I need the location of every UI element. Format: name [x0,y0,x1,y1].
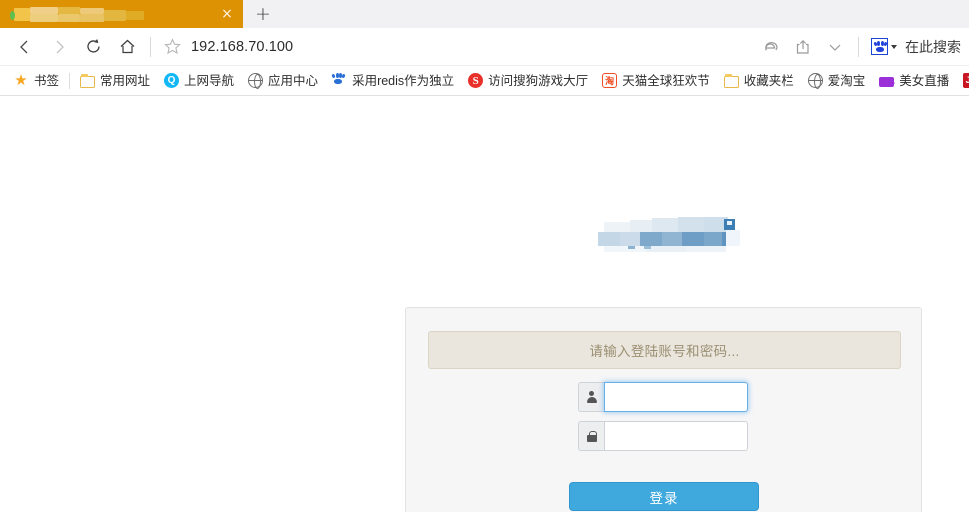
bookmark-label: 应用中心 [268,73,319,88]
login-submit-button[interactable]: 登录 [569,482,759,511]
password-field-row [578,421,748,451]
bookmark-label: 常用网址 [100,73,151,88]
bookmark-item[interactable]: S 访问搜狗游戏大厅 [461,71,595,91]
bookmark-item[interactable]: 常用网址 [73,71,157,91]
folder-icon [723,73,739,88]
login-panel: 请输入登陆账号和密码... 登录 [405,307,922,512]
ie-browser-icon[interactable] [756,32,786,62]
jd-icon: JD [963,73,969,88]
forward-icon [42,32,76,62]
login-notice-banner: 请输入登陆账号和密码... [428,331,901,369]
bookmark-item[interactable]: ★ 书签 [6,71,66,91]
password-input[interactable] [604,421,748,451]
tab-close-icon[interactable]: × [217,4,237,24]
tab-title-redacted [10,6,217,22]
bookmark-label: 上网导航 [184,73,235,88]
video-camera-icon [879,77,896,87]
bookmark-label: 收藏夹栏 [743,73,794,88]
username-input[interactable] [604,382,748,412]
tab-strip: × + [0,0,969,28]
browser-toolbar: 192.168.70.100 在此搜索 [0,28,969,66]
bookmark-divider [69,72,71,89]
toolbar-divider [150,36,151,57]
bookmark-label: 书签 [34,73,60,88]
lock-icon [578,421,604,451]
browser-tab-active[interactable]: × [0,0,243,28]
toolbar-right-actions: 在此搜索 [756,32,961,62]
search-engine-selector[interactable]: 在此搜索 [871,37,961,57]
search-box-label[interactable]: 在此搜索 [905,37,961,57]
home-icon[interactable] [110,32,144,62]
bookmark-label: 采用redis作为独立 [352,73,455,88]
bookmark-item[interactable]: 爱淘宝 [801,71,873,91]
bookmark-label: 访问搜狗游戏大厅 [488,73,589,88]
bookmark-label: 美女直播 [899,73,950,88]
share-icon[interactable] [788,32,818,62]
toolbar-divider-2 [858,36,859,57]
bookmark-item[interactable]: Q 上网导航 [157,71,241,91]
bookmark-item[interactable]: 应用中心 [241,71,325,91]
globe-icon [248,73,264,89]
bookmark-label: 爱淘宝 [827,73,866,88]
tmall-icon: 淘 [602,73,618,88]
sogou-icon: S [468,73,484,88]
username-field-row [578,382,748,412]
star-icon: ★ [14,71,28,89]
bookmark-item[interactable]: 采用redis作为独立 [325,71,461,91]
globe-icon [807,73,823,89]
reload-icon[interactable] [76,32,110,62]
site-logo-redacted [594,216,742,258]
baidu-paw-icon [331,73,347,88]
chevron-down-icon[interactable] [820,32,850,62]
url-text: 192.168.70.100 [191,38,294,55]
search-dropdown-caret-icon[interactable] [891,44,897,49]
folder-icon [80,73,96,88]
new-tab-button[interactable]: + [243,0,283,28]
bookmark-item[interactable]: JD 京 [956,71,969,91]
back-icon[interactable] [8,32,42,62]
bookmark-item[interactable]: 美女直播 [872,71,956,91]
person-icon [578,382,604,412]
bookmark-star-icon[interactable] [157,32,187,62]
address-bar[interactable]: 192.168.70.100 [187,32,756,62]
page-content: 请输入登陆账号和密码... 登录 [0,96,969,512]
bookmark-item[interactable]: 淘 天猫全球狂欢节 [595,71,717,91]
login-notice-text: 请输入登陆账号和密码... [589,344,740,359]
bookmark-item[interactable]: 收藏夹栏 [717,71,801,91]
baidu-paw-icon [871,38,888,55]
bookmarks-bar: ★ 书签 常用网址 Q 上网导航 应用中心 采用redis作为独立 S 访问搜狗… [0,66,969,96]
qq-circle-icon: Q [164,73,180,88]
bookmark-label: 天猫全球狂欢节 [622,73,710,88]
